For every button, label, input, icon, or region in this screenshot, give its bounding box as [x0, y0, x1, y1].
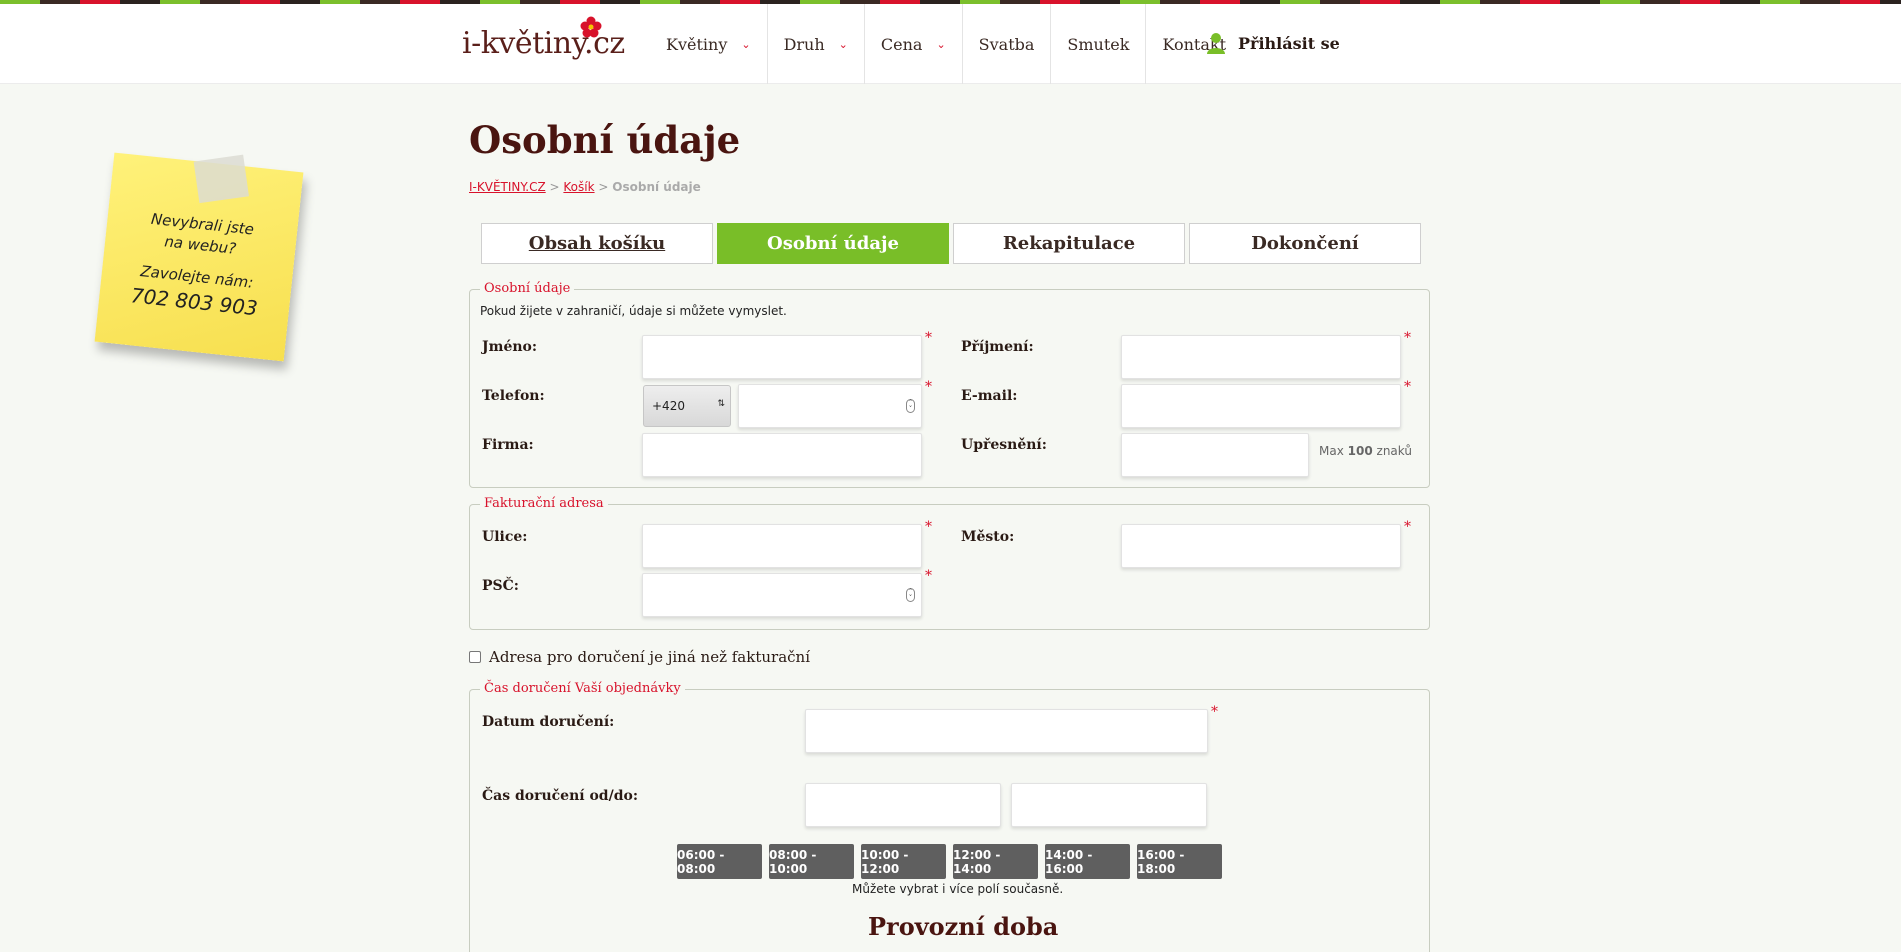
phone-prefix-value: +420	[652, 399, 685, 413]
breadcrumb-separator: >	[598, 180, 609, 194]
required-mark: *	[925, 568, 932, 584]
delivery-legend: Čas doručení Vaší objednávky	[480, 681, 685, 696]
time-slot-button[interactable]: 12:00 - 14:00	[953, 844, 1038, 879]
nav-item-kvetiny[interactable]: Květiny ⌄	[650, 4, 768, 84]
page-title: Osobní údaje	[469, 118, 741, 162]
delivery-time-to-input[interactable]	[1011, 783, 1207, 827]
nav-label: Květiny	[666, 34, 728, 54]
breadcrumb-separator: >	[549, 180, 560, 194]
nav-label: Svatba	[978, 34, 1035, 54]
different-address-checkbox[interactable]	[469, 651, 481, 663]
required-mark: *	[925, 379, 932, 395]
city-label: Město:	[961, 529, 1015, 545]
last-name-input[interactable]	[1121, 335, 1401, 379]
step-cart[interactable]: Obsah košíku	[481, 223, 713, 264]
billing-fieldset: Fakturační adresa Ulice: * Město: * PSČ:…	[469, 496, 1430, 630]
detail-input[interactable]	[1121, 433, 1309, 477]
required-mark: *	[925, 330, 932, 346]
login-label: Přihlásit se	[1238, 33, 1340, 53]
phone-input[interactable]: ˄ ˅	[738, 384, 922, 428]
nav-item-cena[interactable]: Cena ⌄	[865, 4, 963, 84]
breadcrumb: I-KVĚTINY.CZ > Košík > Osobní údaje	[469, 180, 701, 194]
opening-hours-title: Provozní doba	[868, 912, 1059, 941]
nav-label: Druh	[783, 34, 825, 54]
checkout-steps: Obsah košíku Osobní údaje Rekapitulace D…	[481, 223, 1421, 264]
city-input[interactable]	[1121, 524, 1401, 568]
note-text: znaků	[1376, 444, 1412, 458]
first-name-label: Jméno:	[482, 339, 538, 355]
phone-prefix-select[interactable]: +420 ⇅	[643, 385, 731, 427]
zip-label: PSČ:	[482, 578, 519, 594]
time-slot-button[interactable]: 14:00 - 16:00	[1045, 844, 1130, 879]
nav-item-svatba[interactable]: Svatba	[963, 4, 1052, 84]
required-mark: *	[1404, 379, 1411, 395]
step-personal: Osobní údaje	[717, 223, 949, 264]
required-mark: *	[925, 519, 932, 535]
detail-label: Upřesnění:	[961, 437, 1047, 453]
nav-item-smutek[interactable]: Smutek	[1051, 4, 1147, 84]
street-label: Ulice:	[482, 529, 528, 545]
user-icon	[1207, 33, 1225, 54]
required-mark: *	[1211, 704, 1218, 720]
time-slot-button[interactable]: 16:00 - 18:00	[1137, 844, 1222, 879]
login-link[interactable]: Přihlásit se	[1206, 32, 1340, 54]
required-mark: *	[1404, 330, 1411, 346]
personal-legend: Osobní údaje	[480, 281, 575, 296]
last-name-label: Příjmení:	[961, 339, 1034, 355]
phone-label: Telefon:	[482, 388, 545, 404]
company-label: Firma:	[482, 437, 534, 453]
main-nav: Květiny ⌄ Druh ⌄ Cena ⌄ Svatba Smutek Ko…	[650, 4, 1242, 84]
step-recap: Rekapitulace	[953, 223, 1185, 264]
step-finish: Dokončení	[1189, 223, 1421, 264]
delivery-time-from-input[interactable]	[805, 783, 1001, 827]
delivery-time-label: Čas doručení od/do:	[482, 788, 638, 804]
zip-input[interactable]: ˄ ˅	[642, 573, 922, 617]
different-address-checkbox-row[interactable]: Adresa pro doručení je jiná než fakturač…	[469, 648, 810, 666]
nav-item-druh[interactable]: Druh ⌄	[768, 4, 865, 84]
chevron-down-icon: ⌄	[936, 37, 946, 51]
note-number: 100	[1347, 444, 1373, 458]
personal-hint: Pokud žijete v zahraničí, údaje si můžet…	[480, 304, 787, 318]
different-address-label: Adresa pro doručení je jiná než fakturač…	[489, 648, 810, 666]
time-slot-button[interactable]: 08:00 - 10:00	[769, 844, 854, 879]
time-slots-hint: Můžete vybrat i více polí současně.	[852, 882, 1064, 896]
note-text: Max	[1319, 444, 1344, 458]
time-slot-button[interactable]: 06:00 - 08:00	[677, 844, 762, 879]
first-name-input[interactable]	[642, 335, 922, 379]
chevron-down-icon: ⌄	[838, 37, 848, 51]
site-logo[interactable]: i-květiny.cz	[462, 16, 625, 68]
select-arrows-icon: ⇅	[717, 399, 725, 409]
number-spinner-icon[interactable]: ˄ ˅	[906, 588, 915, 602]
breadcrumb-cart[interactable]: Košík	[563, 180, 594, 194]
delivery-date-input[interactable]	[805, 709, 1208, 753]
nav-label: Cena	[880, 34, 923, 54]
sticky-note-callout: Nevybrali jste na webu? Zavolejte nám: 7…	[94, 152, 304, 362]
required-mark: *	[1404, 519, 1411, 535]
email-label: E-mail:	[961, 388, 1018, 404]
detail-max-note: Max 100 znaků	[1319, 444, 1412, 458]
company-input[interactable]	[642, 433, 922, 477]
tape-decoration	[193, 154, 249, 204]
time-slot-button[interactable]: 10:00 - 12:00	[861, 844, 946, 879]
chevron-down-icon: ⌄	[741, 37, 751, 51]
personal-fieldset: Osobní údaje Pokud žijete v zahraničí, ú…	[469, 281, 1430, 488]
nav-label: Smutek	[1067, 34, 1130, 54]
flower-icon	[580, 16, 602, 38]
breadcrumb-current: Osobní údaje	[612, 180, 701, 194]
email-input[interactable]	[1121, 384, 1401, 428]
site-header: i-květiny.cz Květiny ⌄ Druh ⌄ Cena ⌄ Sva…	[0, 4, 1901, 84]
street-input[interactable]	[642, 524, 922, 568]
delivery-date-label: Datum doručení:	[482, 714, 615, 730]
billing-legend: Fakturační adresa	[480, 496, 608, 511]
breadcrumb-home[interactable]: I-KVĚTINY.CZ	[469, 180, 546, 194]
number-spinner-icon[interactable]: ˄ ˅	[906, 399, 915, 413]
